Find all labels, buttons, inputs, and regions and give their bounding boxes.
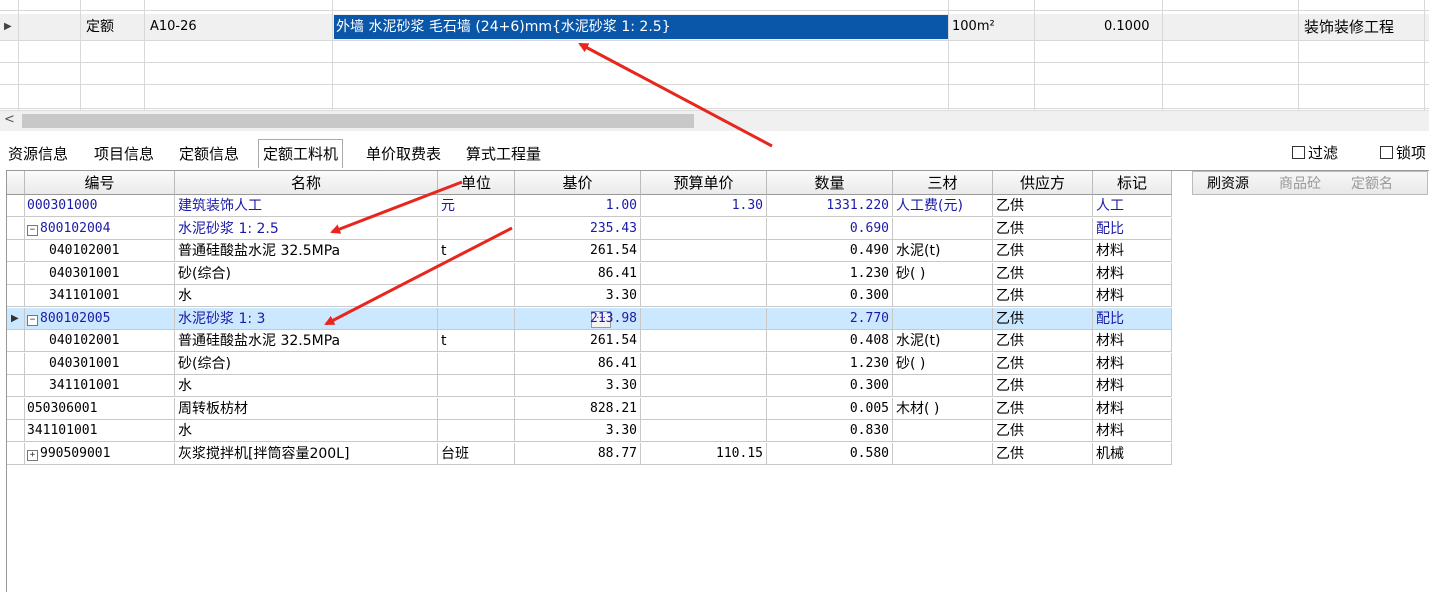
annotation-arrow	[330, 180, 463, 234]
annotation-overlay	[324, 42, 773, 326]
annotation-arrow	[324, 226, 513, 326]
annotation-arrow	[578, 42, 773, 148]
